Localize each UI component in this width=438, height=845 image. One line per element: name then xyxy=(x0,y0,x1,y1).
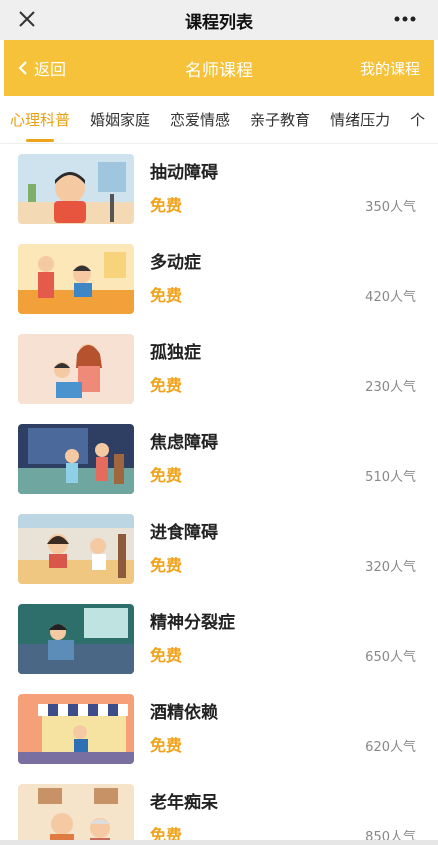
course-name: 进食障碍 xyxy=(150,523,218,543)
close-icon[interactable] xyxy=(14,6,40,32)
course-name: 老年痴呆 xyxy=(150,793,218,813)
course-price: 免费 xyxy=(150,646,183,665)
course-popularity: 230人气 xyxy=(365,380,416,395)
tab-parenting[interactable]: 亲子教育 xyxy=(240,96,320,143)
list-item[interactable]: 精神分裂症 免费 650人气 xyxy=(0,596,438,686)
back-button[interactable]: 返回 xyxy=(18,40,66,96)
list-item[interactable]: 酒精依赖 免费 620人气 xyxy=(0,686,438,776)
more-icon[interactable] xyxy=(390,6,420,32)
course-popularity: 650人气 xyxy=(365,650,416,665)
course-thumbnail xyxy=(18,784,134,845)
course-popularity: 620人气 xyxy=(365,740,416,755)
tab-love-emotion[interactable]: 恋爱情感 xyxy=(160,96,240,143)
course-price: 免费 xyxy=(150,376,183,395)
course-price: 免费 xyxy=(150,466,183,485)
list-item[interactable]: 多动症 免费 420人气 xyxy=(0,236,438,326)
back-label: 返回 xyxy=(34,60,67,79)
course-thumbnail xyxy=(18,604,134,674)
course-name: 多动症 xyxy=(150,253,201,273)
list-item[interactable]: 抽动障碍 免费 350人气 xyxy=(0,146,438,236)
course-thumbnail xyxy=(18,244,134,314)
course-price: 免费 xyxy=(150,736,183,755)
course-name: 酒精依赖 xyxy=(150,703,218,723)
course-thumbnail xyxy=(18,154,134,224)
chevron-left-icon xyxy=(18,61,27,75)
course-header: 返回 名师课程 我的课程 xyxy=(4,40,434,96)
title-bar: 课程列表 xyxy=(0,0,438,40)
course-popularity: 350人气 xyxy=(365,200,416,215)
course-price: 免费 xyxy=(150,196,183,215)
course-price: 免费 xyxy=(150,556,183,575)
course-name: 抽动障碍 xyxy=(150,163,218,183)
course-name: 精神分裂症 xyxy=(150,613,235,633)
course-popularity: 420人气 xyxy=(365,290,416,305)
list-item[interactable]: 进食障碍 免费 320人气 xyxy=(0,506,438,596)
course-thumbnail xyxy=(18,694,134,764)
course-thumbnail xyxy=(18,514,134,584)
bottom-divider xyxy=(0,840,438,845)
tab-personal[interactable]: 个 xyxy=(400,96,435,143)
page-title: 课程列表 xyxy=(185,12,253,33)
course-price: 免费 xyxy=(150,286,183,305)
list-item[interactable]: 老年痴呆 免费 850人气 xyxy=(0,776,438,845)
category-tabs: 心理科普 婚姻家庭 恋爱情感 亲子教育 情绪压力 个 xyxy=(0,96,438,144)
list-item[interactable]: 孤独症 免费 230人气 xyxy=(0,326,438,416)
list-item[interactable]: 焦虑障碍 免费 510人气 xyxy=(0,416,438,506)
tab-psych-science[interactable]: 心理科普 xyxy=(0,96,80,143)
my-courses-button[interactable]: 我的课程 xyxy=(360,40,420,96)
course-name: 焦虑障碍 xyxy=(150,433,218,453)
tab-emotion-stress[interactable]: 情绪压力 xyxy=(320,96,400,143)
tab-marriage-family[interactable]: 婚姻家庭 xyxy=(80,96,160,143)
course-popularity: 320人气 xyxy=(365,560,416,575)
course-list: 抽动障碍 免费 350人气 多动症 免费 420人气 孤独症 免费 230人气 … xyxy=(0,146,438,845)
course-name: 孤独症 xyxy=(150,343,201,363)
course-popularity: 510人气 xyxy=(365,470,416,485)
course-thumbnail xyxy=(18,424,134,494)
course-thumbnail xyxy=(18,334,134,404)
